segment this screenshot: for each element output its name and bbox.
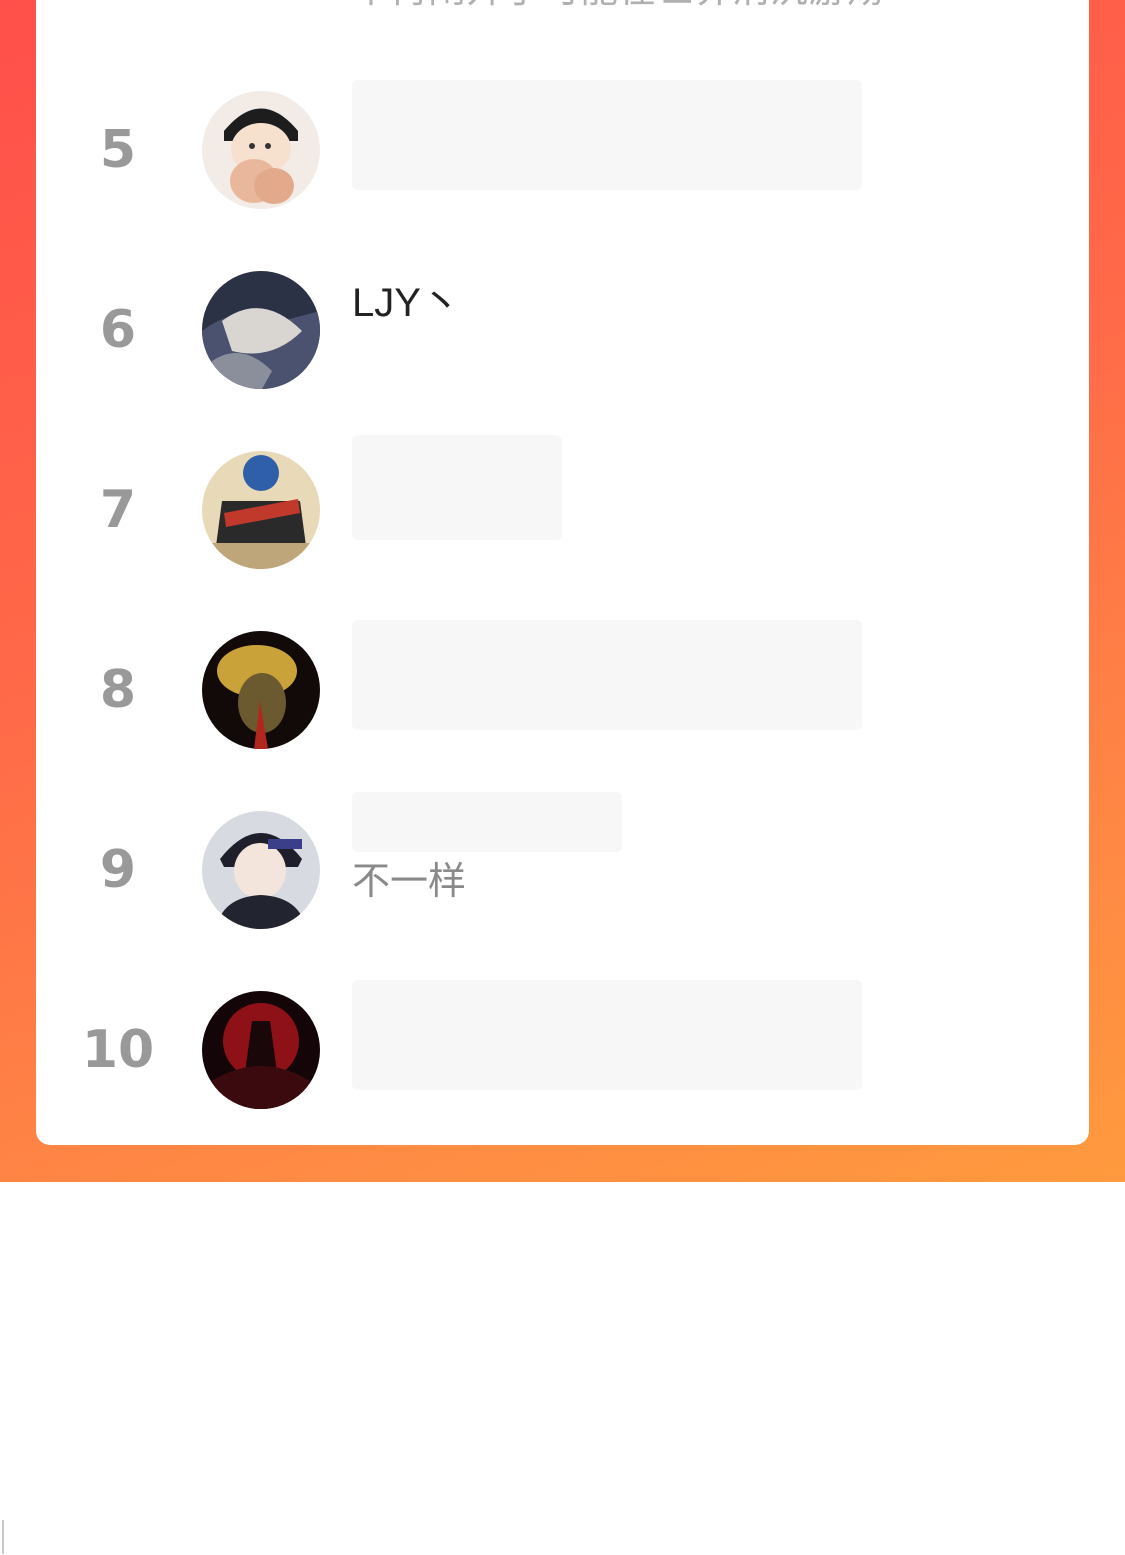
rank-number: 7 <box>99 480 137 540</box>
rank-number: 5 <box>99 120 137 180</box>
ranking-card: 不再闹开了可能在世界消沉游荡 5 6 <box>36 0 1089 1145</box>
avatar <box>202 271 320 389</box>
user-name: LJY丶 <box>352 281 461 325</box>
edge-marker <box>2 1520 4 1554</box>
list-item[interactable]: 6 LJY丶 <box>36 240 1089 420</box>
rank-number: 10 <box>81 1020 155 1080</box>
rank-number: 8 <box>99 660 137 720</box>
avatar <box>202 991 320 1109</box>
blurred-text <box>352 435 562 540</box>
list-item[interactable]: 9 不一样 <box>36 780 1089 960</box>
list-item-partial[interactable]: 不再闹开了可能在世界消沉游荡 <box>36 0 1089 20</box>
blurred-text <box>352 792 622 852</box>
user-signature: 不一样 <box>352 861 467 903</box>
list-item-subtitle: 不再闹开了可能在世界消沉游荡 <box>352 0 884 13</box>
avatar <box>202 631 320 749</box>
avatar <box>202 91 320 209</box>
list-item[interactable]: 7 <box>36 420 1089 600</box>
avatar <box>202 811 320 929</box>
rank-number: 9 <box>99 840 137 900</box>
list-item[interactable]: 5 <box>36 60 1089 240</box>
blurred-text <box>352 980 862 1090</box>
blurred-text <box>352 620 862 730</box>
avatar <box>202 451 320 569</box>
blurred-text <box>352 80 862 190</box>
rank-number: 6 <box>99 300 137 360</box>
list-item[interactable]: 8 <box>36 600 1089 780</box>
list-item[interactable]: 10 <box>36 960 1089 1140</box>
